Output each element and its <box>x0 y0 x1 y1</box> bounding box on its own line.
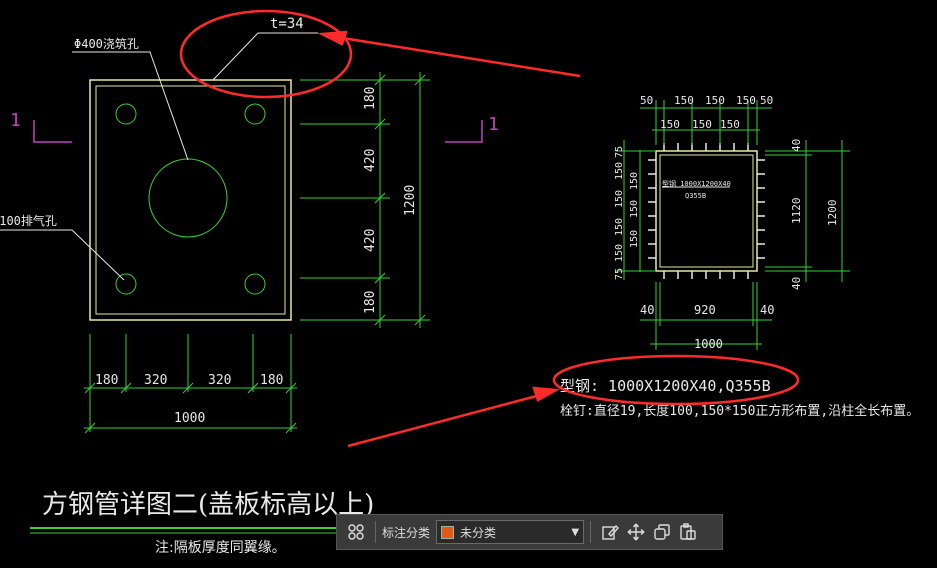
drawing-note: 注:隔板厚度同翼缘。 <box>155 540 286 556</box>
copy-icon[interactable] <box>649 519 675 545</box>
left-dim-a5: 150 <box>614 244 625 262</box>
category-select[interactable]: 未分类 ▼ <box>436 520 585 544</box>
top-dim-b3: 150 <box>720 118 740 131</box>
annotation-arrowhead-2 <box>532 386 561 402</box>
group-icon[interactable] <box>343 519 369 545</box>
vent-hole-tl <box>115 103 137 125</box>
dim-bottom-1: 180 <box>95 373 118 388</box>
left-view: Φ400浇筑孔 Φ100排气孔 t=34 1 1 180 420 420 180… <box>0 16 499 434</box>
bottom-dim-1: 40 <box>640 303 654 317</box>
vent-hole-tr <box>244 103 266 125</box>
inner-label-2: Q355B <box>685 192 706 200</box>
bottom-dim-total: 1000 <box>694 337 723 351</box>
vent-hole-br <box>244 273 266 295</box>
right-dim-1: 40 <box>790 139 803 152</box>
top-dim-a2: 150 <box>674 94 694 107</box>
move-icon[interactable] <box>623 519 649 545</box>
thickness-leader <box>212 32 318 81</box>
dim-right-2: 420 <box>363 149 378 172</box>
dim-right-total: 1200 <box>403 185 418 216</box>
category-color-swatch <box>441 525 455 539</box>
plate-inner-outline <box>95 85 286 315</box>
section-label-left: 1 <box>10 110 21 131</box>
vent-hole-bl <box>115 273 137 295</box>
annotation-arrow-1 <box>329 34 581 78</box>
section-outline <box>655 150 758 272</box>
vent-hole-leader <box>0 229 125 281</box>
pour-hole-label: Φ400浇筑孔 <box>74 36 139 51</box>
section-mark-left <box>33 120 72 143</box>
toolbar-separator <box>375 521 376 543</box>
cad-canvas[interactable]: Φ400浇筑孔 Φ100排气孔 t=34 1 1 180 420 420 180… <box>0 0 937 568</box>
left-dim-b1: 150 <box>629 172 640 190</box>
annotation-toolbar: 标注分类 未分类 ▼ <box>336 514 723 550</box>
left-dim-b2: 150 <box>629 200 640 218</box>
dim-right-4: 180 <box>363 291 378 314</box>
category-label: 标注分类 <box>382 525 431 540</box>
spec-line-1: 型钢: 1000X1200X40,Q355B <box>560 377 771 395</box>
top-dim-b2: 150 <box>692 118 712 131</box>
plate-outline <box>89 79 292 321</box>
section-inner-outline <box>659 154 754 268</box>
pour-hole <box>148 158 228 238</box>
right-view: 型钢 1000X1200X40 Q355B 50 150 150 150 50 … <box>560 94 919 419</box>
right-dim-2: 1120 <box>790 198 803 225</box>
left-dim-a2: 150 <box>614 162 625 180</box>
section-mark-right <box>445 120 483 143</box>
left-dim-b3: 150 <box>629 230 640 248</box>
dim-right-1: 180 <box>363 87 378 110</box>
section-label-right: 1 <box>488 114 499 135</box>
dim-bottom-2: 320 <box>144 373 167 388</box>
left-dim-a4: 150 <box>614 218 625 236</box>
inner-label-1: 型钢 1000X1200X40 <box>662 179 731 188</box>
annotation-arrowhead-1 <box>317 30 348 46</box>
drawing-title: 方钢管详图二(盖板标高以上) <box>42 490 374 520</box>
top-dim-a5: 50 <box>760 94 773 107</box>
top-dim-a3: 150 <box>705 94 725 107</box>
spec-line-2: 栓钉:直径19,长度100,150*150正方形布置,沿柱全长布置。 <box>560 403 919 419</box>
dim-right-3: 420 <box>363 229 378 252</box>
paste-icon[interactable] <box>675 519 701 545</box>
left-dim-a3: 150 <box>614 190 625 208</box>
annotation-arrow-2 <box>347 391 549 448</box>
toolbar-separator <box>590 521 592 543</box>
top-dim-a4: 150 <box>736 94 756 107</box>
top-dim-a1: 50 <box>640 94 653 107</box>
category-selected-value: 未分类 <box>460 525 497 540</box>
studs <box>648 143 765 279</box>
left-dim-a6: 75 <box>614 268 625 280</box>
top-dim-b1: 150 <box>660 118 680 131</box>
dim-bottom-total: 1000 <box>174 411 205 426</box>
bottom-dim-3: 40 <box>760 303 774 317</box>
edit-icon[interactable] <box>597 519 623 545</box>
thickness-label: t=34 <box>270 16 304 32</box>
vent-hole-label: Φ100排气孔 <box>0 213 57 228</box>
dim-bottom-4: 180 <box>260 373 283 388</box>
dim-bottom-3: 320 <box>208 373 231 388</box>
chevron-down-icon: ▼ <box>571 526 580 538</box>
bottom-dim-2: 920 <box>694 303 716 317</box>
right-dim-total: 1200 <box>826 200 839 227</box>
left-dim-a1: 75 <box>614 146 625 158</box>
right-dim-3: 40 <box>790 277 803 290</box>
annotation-ellipse-thickness <box>179 9 353 99</box>
